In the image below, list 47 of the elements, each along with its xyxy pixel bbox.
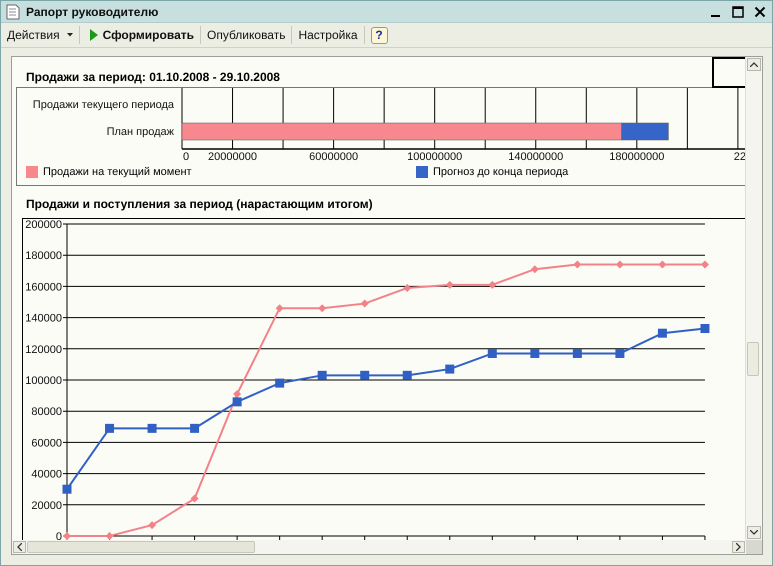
- axis-label: 180000000: [609, 151, 664, 163]
- toolbar-button[interactable]: Опубликовать: [203, 26, 290, 44]
- axis-label: 140000000: [508, 151, 564, 163]
- scroll-right-button[interactable]: [732, 541, 745, 553]
- chevron-down-icon: [750, 530, 758, 535]
- chevron-up-icon: [750, 62, 758, 67]
- scroll-left-button[interactable]: [13, 541, 26, 553]
- legend-label: Прогноз до конца периода: [433, 166, 568, 178]
- axis-label: 120000: [25, 344, 62, 356]
- play-icon: [90, 29, 98, 41]
- axis-label: 60000000: [309, 151, 358, 163]
- generate-button[interactable]: Сформировать: [82, 26, 198, 44]
- axis-label: 100000: [25, 375, 62, 387]
- chart-title: Продажи и поступления за период (нарастающим итогом): [25, 196, 374, 213]
- scrollbar-corner: [746, 540, 762, 554]
- axis-label: 40000: [31, 468, 62, 481]
- axis-label: 140000: [25, 312, 62, 325]
- scroll-up-button[interactable]: [747, 58, 761, 71]
- scroll-thumb[interactable]: [27, 541, 255, 553]
- actions-menu[interactable]: Действия: [3, 26, 77, 44]
- category-label: План продаж: [106, 126, 174, 138]
- axis-label: 180000: [25, 250, 62, 262]
- vertical-scrollbar[interactable]: [745, 57, 762, 540]
- axis-label: 20000000: [208, 151, 257, 163]
- caret-icon: [66, 33, 73, 37]
- axis-label: 60000: [31, 437, 62, 450]
- window-title: Рапорт руководителю: [26, 4, 158, 18]
- horizontal-scrollbar[interactable]: [12, 540, 746, 554]
- help-button[interactable]: ?: [370, 26, 388, 44]
- legend-label: Продажи на текущий момент: [43, 166, 192, 178]
- report-title: Продажи за период: 01.10.2008 - 29.10.2008: [25, 70, 280, 86]
- axis-label: 0: [182, 151, 190, 163]
- scroll-down-button[interactable]: [747, 526, 761, 539]
- toolbar-button[interactable]: Настройка: [294, 26, 362, 44]
- axis-label: 20000: [31, 500, 62, 512]
- axis-label: 160000: [25, 281, 62, 294]
- category-label: Продажи текущего периода: [32, 99, 174, 111]
- close-icon[interactable]: [754, 6, 766, 18]
- axis-label: 80000: [31, 406, 62, 418]
- chevron-left-icon: [17, 543, 22, 551]
- axis-label: 0: [56, 531, 62, 540]
- axis-label: 200000: [25, 219, 62, 231]
- axis-label: 100000000: [407, 151, 462, 163]
- chevron-right-icon: [736, 543, 741, 551]
- maximize-icon[interactable]: [732, 6, 744, 18]
- scroll-thumb[interactable]: [747, 342, 759, 376]
- document-icon: [6, 4, 20, 20]
